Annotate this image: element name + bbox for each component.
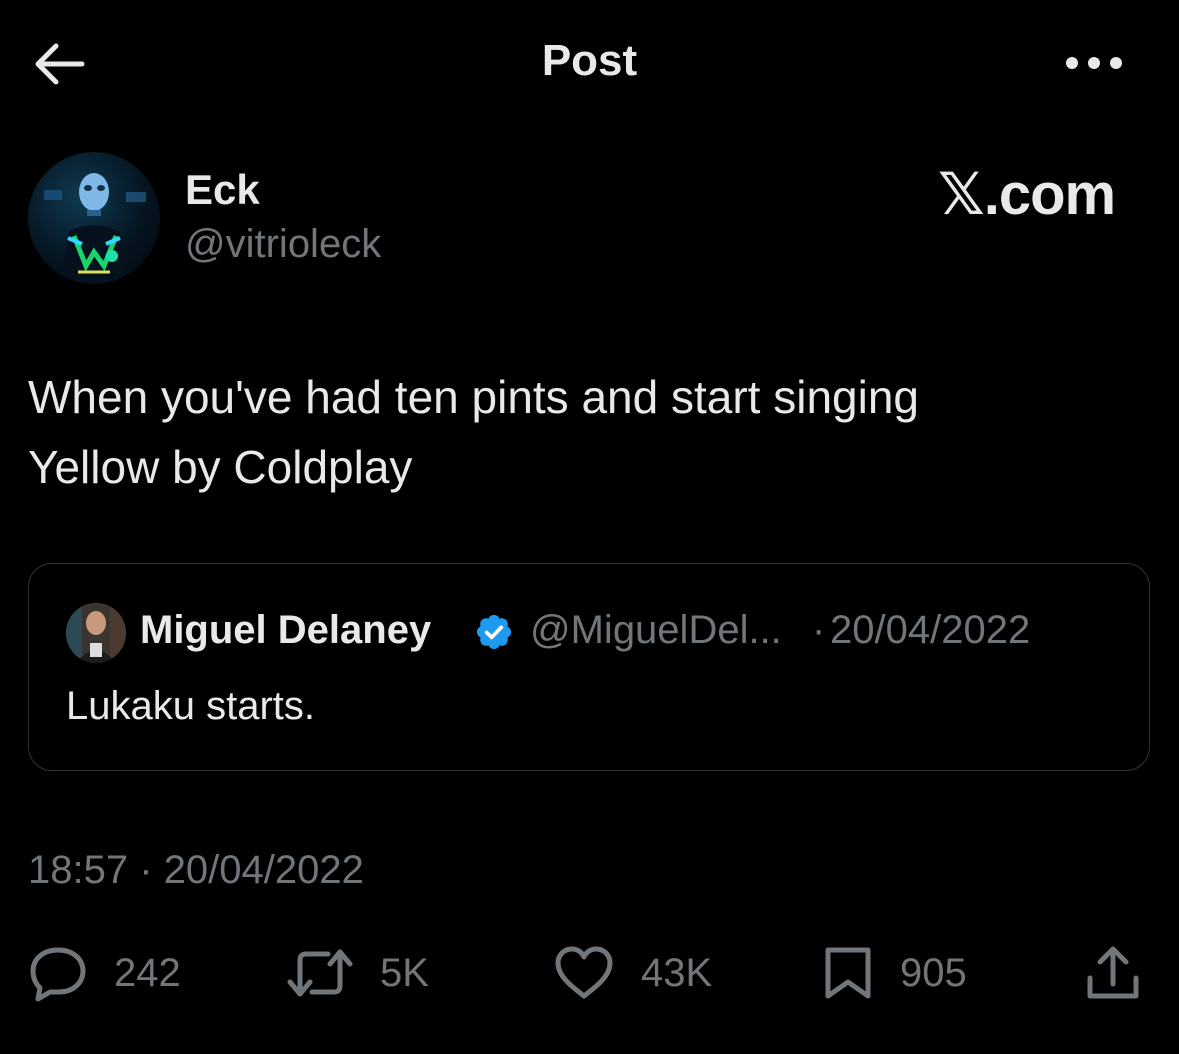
bookmark-icon xyxy=(825,947,871,999)
verified-badge-icon xyxy=(476,614,512,650)
avatar-image xyxy=(44,173,146,284)
share-button[interactable] xyxy=(1084,944,1142,1002)
verified-badge xyxy=(474,612,514,652)
tweet-timestamp[interactable]: 18:57 · 20/04/2022 xyxy=(28,848,364,893)
quoted-avatar-image xyxy=(66,603,126,663)
repost-count: 5K xyxy=(380,950,429,995)
tweet-text-line: Yellow by Coldplay xyxy=(28,441,413,493)
quoted-author-name[interactable]: Miguel Delaney xyxy=(140,608,431,653)
repost-icon xyxy=(287,949,353,997)
heart-icon xyxy=(555,946,613,999)
brand-watermark: 𝕏.com xyxy=(938,162,1116,227)
more-options-button[interactable] xyxy=(1064,52,1124,74)
tweet-time: 18:57 xyxy=(28,848,129,892)
quoted-tweet-text: Lukaku starts. xyxy=(66,684,316,728)
more-horizontal-icon xyxy=(1066,57,1122,69)
avatar[interactable] xyxy=(28,152,160,284)
quoted-date: 20/04/2022 xyxy=(830,608,1031,652)
tweet-text: When you've had ten pints and start sing… xyxy=(28,362,1128,502)
bookmark-count: 905 xyxy=(900,950,967,995)
author-name[interactable]: Eck xyxy=(185,166,260,214)
reply-count: 242 xyxy=(114,950,181,995)
share-icon xyxy=(1087,946,1139,999)
quoted-avatar[interactable] xyxy=(66,603,126,663)
reply-button[interactable]: 242 xyxy=(28,944,181,1002)
tweet-date: 20/04/2022 xyxy=(163,848,364,892)
bookmark-button[interactable]: 905 xyxy=(822,944,967,1002)
repost-button[interactable]: 5K xyxy=(286,944,429,1002)
separator-dot: · xyxy=(139,848,153,892)
page-title: Post xyxy=(541,36,638,85)
reply-icon xyxy=(30,947,86,1002)
like-button[interactable]: 43K xyxy=(553,944,712,1002)
author-handle[interactable]: @vitrioleck xyxy=(185,222,381,267)
tweet-text-line: When you've had ten pints and start sing… xyxy=(28,371,920,423)
separator-dot: · xyxy=(812,608,826,652)
quoted-author-handle[interactable]: @MiguelDel... xyxy=(530,608,782,653)
like-count: 43K xyxy=(641,950,713,995)
quoted-tweet-card[interactable] xyxy=(28,563,1150,771)
